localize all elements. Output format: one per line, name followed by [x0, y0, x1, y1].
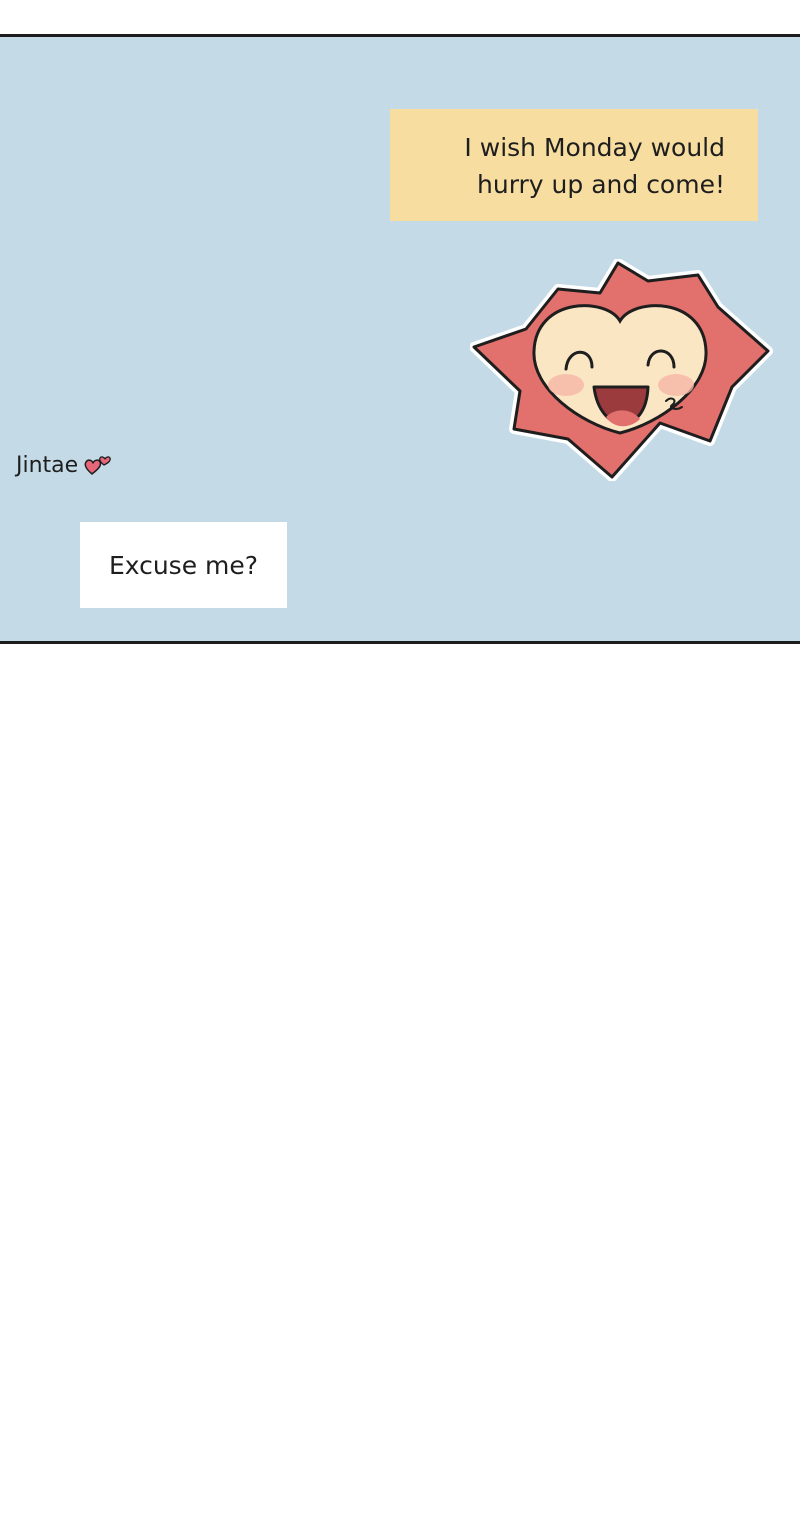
incoming-message-bubble: Excuse me?: [80, 522, 287, 608]
sender-name: Jintae: [16, 452, 79, 478]
incoming-message-text: Excuse me?: [108, 550, 259, 580]
outgoing-message-line-2: hurry up and come!: [477, 170, 725, 199]
sender-label: Jintae: [16, 449, 114, 481]
outgoing-message-line-1: I wish Monday would: [464, 133, 725, 162]
outgoing-message-bubble: I wish Monday would hurry up and come!: [390, 109, 758, 221]
chat-panel: I wish Monday would hurry up and come! J…: [0, 34, 800, 644]
hearts-icon: [84, 456, 112, 475]
happy-heart-sticker-icon: [469, 258, 775, 482]
